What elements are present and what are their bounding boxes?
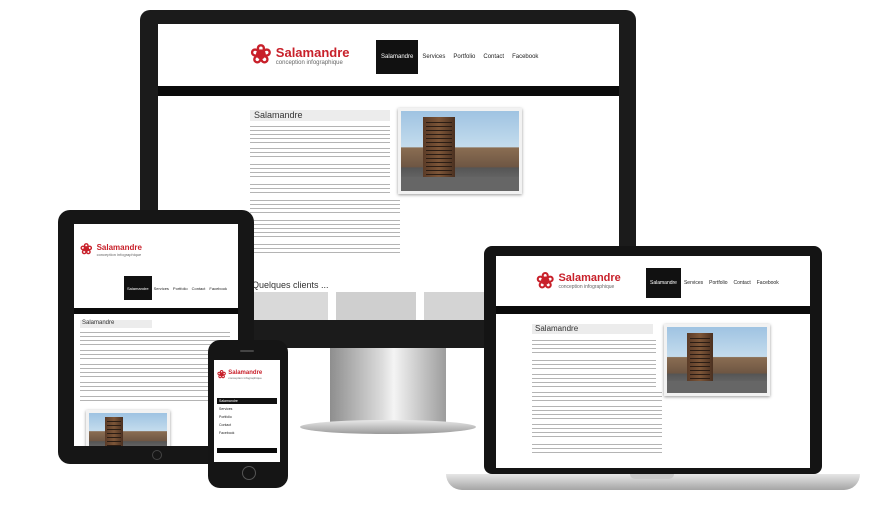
paragraph — [532, 424, 662, 440]
nav-item-services[interactable]: Services — [217, 406, 277, 412]
logo-title: Salamandre — [558, 272, 621, 284]
paragraph — [250, 184, 390, 196]
salamander-logo-icon: ❀ — [80, 242, 93, 258]
page-title: Salamandre — [80, 320, 152, 328]
tablet-home-button — [152, 450, 162, 460]
main-nav: Salamandre Services Portfolio Contact Fa… — [376, 40, 542, 74]
building-photo — [398, 108, 522, 194]
salamander-logo-icon: ❀ — [536, 268, 555, 293]
client-thumbnail[interactable] — [248, 292, 328, 320]
header-bar — [158, 86, 619, 96]
logo-subtitle: conception infographique — [228, 375, 262, 380]
nav-item-facebook[interactable]: Facebook — [207, 276, 229, 300]
paragraph — [532, 374, 656, 388]
page-title: Salamandre — [250, 110, 390, 121]
site-logo[interactable]: ❀ Salamandre conception infographique — [536, 268, 621, 294]
paragraph — [532, 406, 662, 420]
paragraph — [532, 392, 662, 402]
site-logo[interactable]: ❀ Salamandre conception infographique — [80, 240, 142, 259]
logo-subtitle: conception infographique — [275, 59, 343, 66]
logo-subtitle: conception infographique — [96, 251, 142, 257]
nav-item-services[interactable]: Services — [418, 40, 449, 74]
paragraph — [250, 200, 400, 216]
nav-item-facebook[interactable]: Facebook — [508, 40, 542, 74]
nav-item-salamandre[interactable]: Salamandre — [376, 40, 419, 74]
main-nav: Salamandre Services Portfolio Contact Fa… — [646, 268, 782, 298]
header-bar — [74, 308, 238, 314]
page-title: Salamandre — [532, 324, 653, 334]
nav-item-portfolio[interactable]: Portfolio — [171, 276, 190, 300]
header-bar — [496, 306, 810, 314]
paragraph — [250, 244, 400, 256]
nav-item-contact[interactable]: Contact — [217, 422, 277, 428]
paragraph — [532, 444, 662, 456]
paragraph — [532, 340, 656, 356]
logo-title: Salamandre — [96, 242, 142, 252]
nav-item-services[interactable]: Services — [152, 276, 171, 300]
building-photo — [86, 410, 170, 446]
nav-item-salamandre[interactable]: Salamandre — [217, 398, 277, 404]
nav-item-facebook[interactable]: Facebook — [217, 430, 277, 436]
site-logo[interactable]: ❀ Salamandre conception infographique — [217, 368, 262, 381]
laptop-screen: ❀ Salamandre conception infographique Sa… — [496, 256, 810, 468]
nav-item-services[interactable]: Services — [681, 268, 706, 298]
logo-title: Salamandre — [228, 369, 263, 376]
main-nav: Salamandre Services Portfolio Contact Fa… — [124, 276, 229, 300]
laptop-trackpad-notch — [630, 474, 674, 479]
nav-item-salamandre[interactable]: Salamandre — [646, 268, 681, 298]
phone-screen: ❀ Salamandre conception infographique Sa… — [214, 360, 280, 462]
logo-subtitle: conception infographique — [558, 284, 615, 290]
paragraph — [532, 360, 656, 370]
nav-item-portfolio[interactable]: Portfolio — [449, 40, 479, 74]
paragraph — [80, 332, 230, 346]
nav-item-contact[interactable]: Contact — [731, 268, 754, 298]
phone-speaker — [240, 350, 254, 352]
clients-heading: Quelques clients ... — [252, 280, 329, 290]
building-photo — [664, 324, 770, 396]
paragraph — [250, 148, 390, 160]
header-bar — [217, 448, 277, 453]
paragraph — [250, 164, 390, 180]
monitor-stand-base — [300, 420, 476, 434]
nav-item-facebook[interactable]: Facebook — [754, 268, 782, 298]
salamander-logo-icon: ❀ — [250, 40, 272, 69]
monitor-stand-neck — [330, 348, 446, 428]
paragraph — [250, 220, 400, 240]
site-logo[interactable]: ❀ Salamandre conception infographique — [250, 40, 350, 70]
salamander-logo-icon: ❀ — [217, 369, 227, 381]
paragraph — [250, 126, 390, 144]
nav-item-contact[interactable]: Contact — [190, 276, 208, 300]
client-thumbnail[interactable] — [336, 292, 416, 320]
mobile-menu: Salamandre Services Portfolio Contact Fa… — [217, 398, 277, 438]
nav-item-portfolio[interactable]: Portfolio — [706, 268, 730, 298]
logo-title: Salamandre — [275, 44, 350, 60]
nav-item-portfolio[interactable]: Portfolio — [217, 414, 277, 420]
phone-home-button — [242, 466, 256, 480]
nav-item-contact[interactable]: Contact — [479, 40, 508, 74]
nav-item-salamandre[interactable]: Salamandre — [124, 276, 152, 300]
